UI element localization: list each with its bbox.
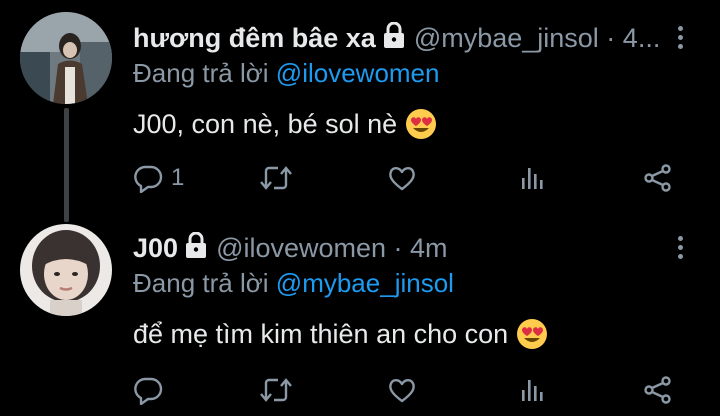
tweet-actions bbox=[133, 372, 678, 408]
tweet-text-content: để mẹ tìm kim thiên an cho con bbox=[133, 318, 509, 349]
display-name[interactable]: J00 bbox=[133, 233, 178, 264]
retweet-icon bbox=[260, 378, 292, 402]
heart-eyes-emoji-icon bbox=[516, 318, 548, 350]
tweet-header: J00 @ilovewomen · 4m bbox=[133, 230, 448, 266]
reply-icon bbox=[134, 377, 163, 405]
views-icon bbox=[522, 380, 543, 401]
share-button[interactable] bbox=[643, 372, 673, 408]
share-icon bbox=[644, 376, 671, 404]
more-options-icon[interactable] bbox=[668, 232, 692, 262]
retweet-button[interactable] bbox=[259, 372, 293, 408]
reply-prefix: Đang trả lời bbox=[133, 268, 269, 298]
tweet[interactable]: J00 @ilovewomen · 4m Đang trả lời @mybae… bbox=[0, 0, 720, 416]
avatar[interactable] bbox=[20, 224, 112, 316]
lock-icon bbox=[185, 231, 207, 265]
replying-to: Đang trả lời @mybae_jinsol bbox=[133, 268, 454, 299]
reply-mention-link[interactable]: @mybae_jinsol bbox=[276, 268, 454, 298]
tweet-text: để mẹ tìm kim thiên an cho con bbox=[133, 318, 548, 350]
like-icon bbox=[389, 378, 415, 403]
reply-button[interactable] bbox=[133, 372, 171, 408]
handle-and-time[interactable]: @ilovewomen · 4m bbox=[216, 233, 447, 264]
views-button[interactable] bbox=[518, 372, 548, 408]
like-button[interactable] bbox=[387, 372, 417, 408]
